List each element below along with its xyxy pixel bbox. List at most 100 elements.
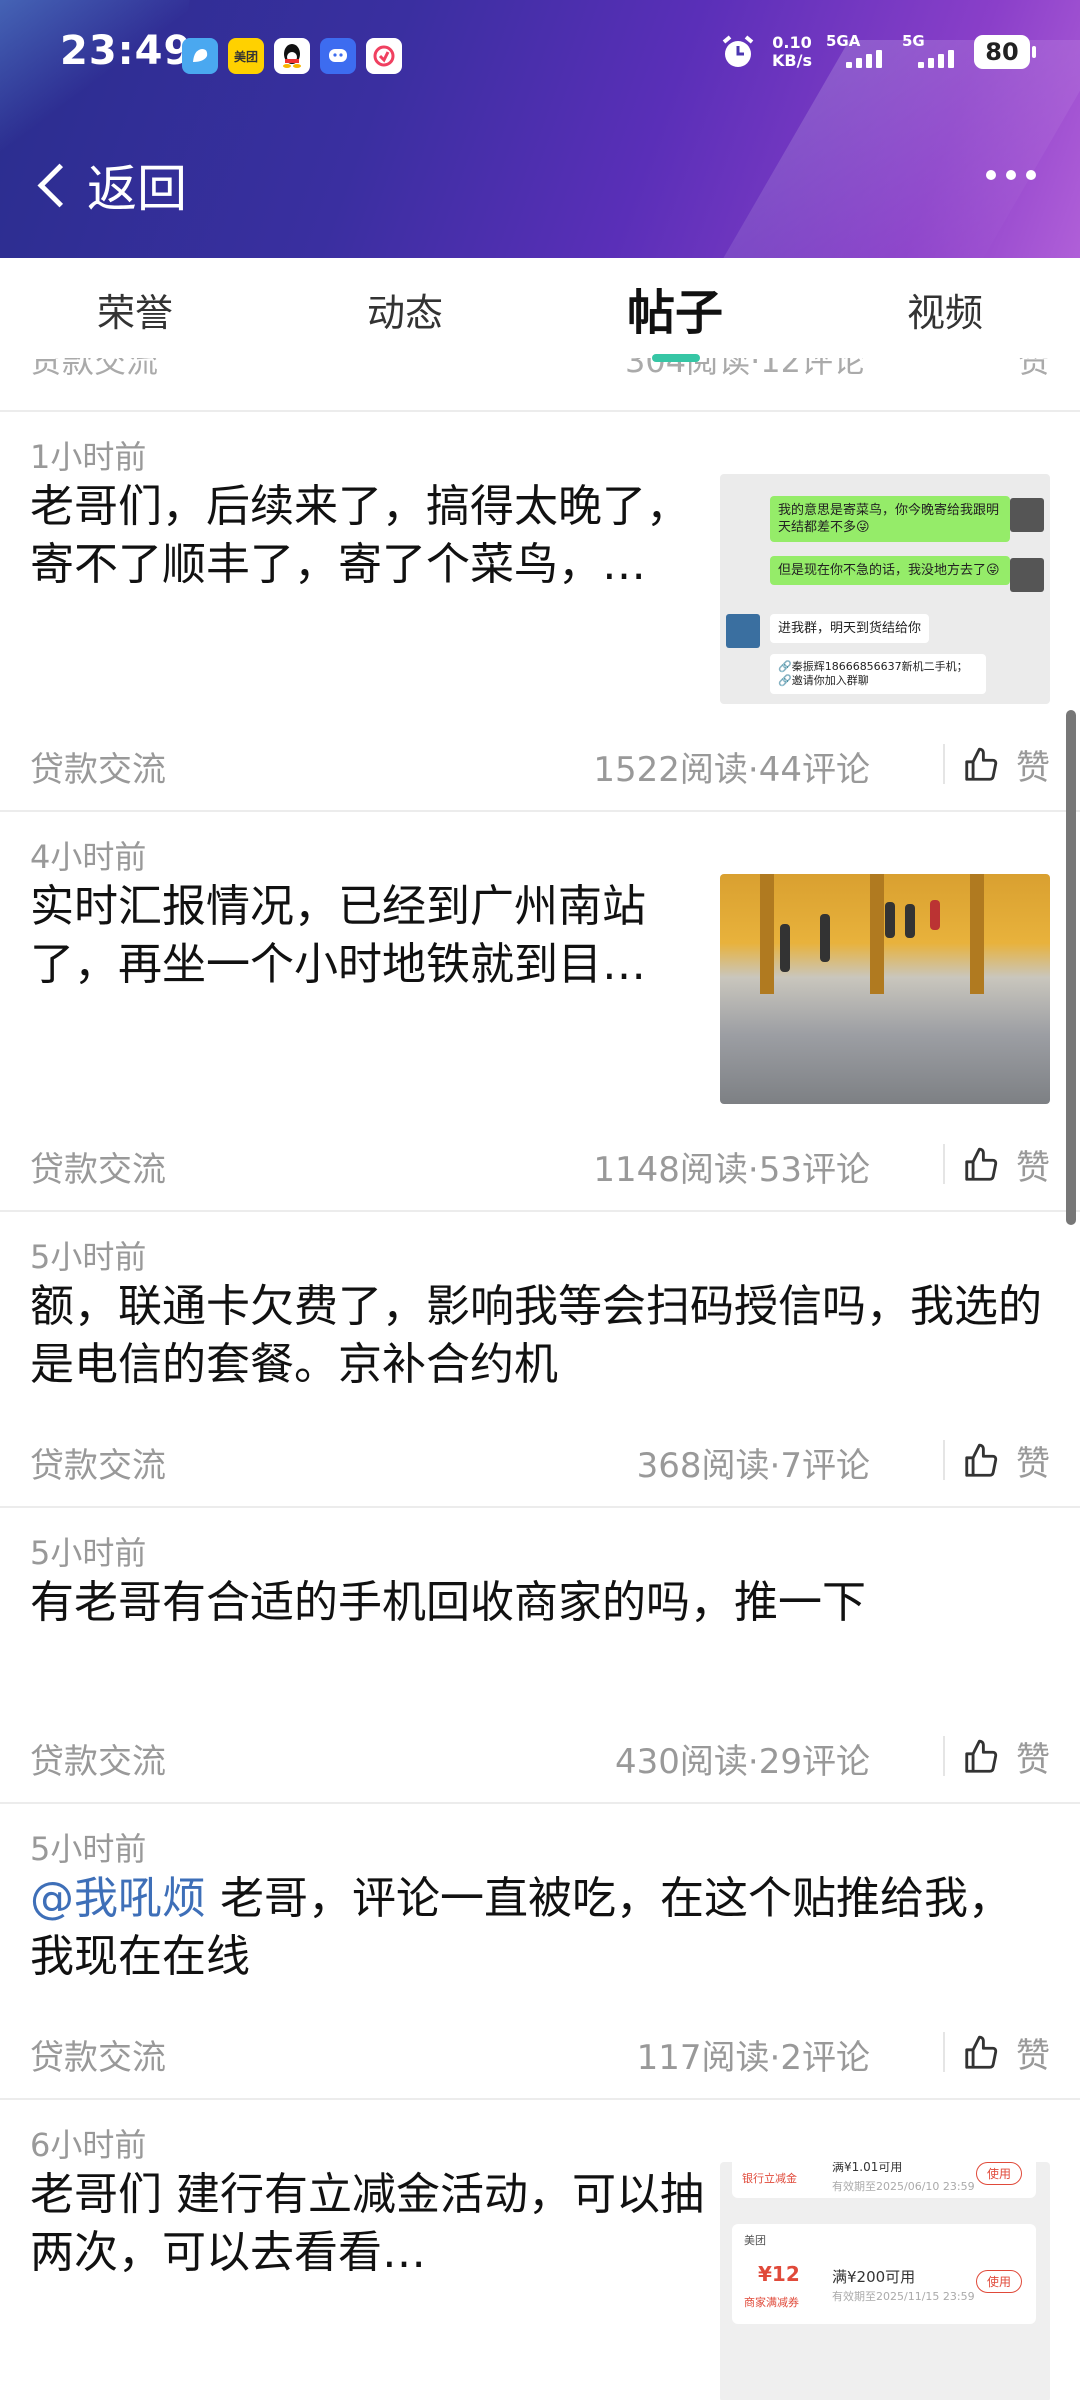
divider [943, 2032, 945, 2072]
photo-detail [930, 900, 940, 930]
thumbs-up-icon [965, 747, 998, 781]
thumb-text: 进我群，明天到货结给你 [770, 614, 930, 643]
nav-bar: 返回 [0, 140, 1080, 230]
thumb-text: 🔗秦振辉18666856637新机二手机；🔗邀请你加入群聊 [770, 654, 986, 694]
battery-level: 80 [985, 38, 1019, 66]
post-title[interactable]: 有老哥有合适的手机回收商家的吗，推一下 [30, 1574, 1050, 1632]
more-dots-icon [1026, 170, 1036, 180]
status-bar: 23:49 美团 0.10 KB/s 5GA 5G 80 [0, 0, 1080, 110]
thumb-text: ¥12 [758, 2262, 800, 2286]
post-thumbnail[interactable]: 满¥1.01可用 银行立减金 有效期至2025/06/10 23:59 使用 美… [720, 2162, 1050, 2400]
like-label: 赞 [1016, 1444, 1050, 1484]
avatar [1010, 498, 1044, 532]
post-stats: 368阅读·7评论 [636, 1446, 870, 1486]
signal-label: 5GA [826, 32, 861, 50]
post-title[interactable]: 额，联通卡欠费了，影响我等会扫码授信吗，我选的是电信的套餐。京补合约机 [30, 1278, 1050, 1394]
thumb-text: 使用 [975, 2270, 1022, 2293]
post-item[interactable]: 6小时前 老哥们 建行有立减金活动，可以抽两次，可以去看看… 满¥1.01可用 … [0, 2100, 1080, 2400]
like-button[interactable]: 赞 [962, 1436, 1050, 1485]
post-thumbnail[interactable]: 我的意思是寄菜鸟，你今晚寄给我跟明天结都差不多😜 但是现在你不急的话，我没地方去… [720, 474, 1050, 704]
like-button[interactable]: 赞 [962, 740, 1050, 789]
post-thumbnail[interactable] [720, 874, 1050, 1104]
back-button[interactable]: 返回 [30, 140, 187, 230]
photo-detail [870, 874, 884, 994]
post-time: 5小时前 [30, 1534, 147, 1572]
scrollbar[interactable] [1066, 710, 1076, 1225]
tab-label: 荣誉 [96, 291, 173, 335]
like-label[interactable]: 赞 [1018, 358, 1050, 382]
post-footer: 贷款交流 1522阅读·44评论 赞 [0, 720, 1080, 810]
post-item[interactable]: 5小时前 有老哥有合适的手机回收商家的吗，推一下 贷款交流 430阅读·29评论… [0, 1508, 1080, 1804]
more-options-button[interactable] [986, 170, 1036, 180]
divider [943, 744, 945, 784]
like-label: 赞 [1016, 2036, 1050, 2076]
thumb-text: 使用 [975, 2162, 1022, 2185]
signal-label: 5G [902, 32, 925, 50]
like-label: 赞 [1016, 748, 1050, 788]
coupon-card: 美团 ¥12 商家满减券 满¥200可用 有效期至2025/11/15 23:5… [732, 2224, 1036, 2324]
post-title[interactable]: 老哥们，后续来了，搞得太晚了，寄不了顺丰了，寄了个菜鸟，… [30, 478, 710, 594]
coupon-card: 满¥1.01可用 银行立减金 有效期至2025/06/10 23:59 使用 [732, 2162, 1036, 2198]
post-time: 5小时前 [30, 1238, 147, 1276]
thumb-text: 商家满减券 [744, 2296, 799, 2309]
tab-label: 帖子 [626, 285, 723, 341]
post-item[interactable]: 5小时前 额，联通卡欠费了，影响我等会扫码授信吗，我选的是电信的套餐。京补合约机… [0, 1212, 1080, 1508]
notification-icons: 美团 [182, 38, 402, 74]
alarm-icon [722, 35, 754, 67]
like-label: 赞 [1016, 1740, 1050, 1780]
post-time: 1小时前 [30, 438, 147, 476]
battery-icon: 80 [974, 35, 1036, 69]
tab-label: 动态 [366, 291, 443, 335]
avatar [726, 614, 760, 648]
post-category[interactable]: 贷款交流 [30, 1142, 166, 1191]
back-label: 返回 [87, 160, 187, 218]
tab-honor[interactable]: 荣誉 [0, 258, 270, 358]
post-category[interactable]: 贷款交流 [30, 2030, 166, 2079]
like-button[interactable]: 赞 [962, 2028, 1050, 2077]
thumb-text: 银行立减金 [742, 2172, 797, 2185]
thumbs-up-icon [965, 1147, 998, 1181]
post-title[interactable]: 老哥们 建行有立减金活动，可以抽两次，可以去看看… [30, 2166, 710, 2282]
status-indicators: 0.10 KB/s 5GA 5G 80 [718, 32, 1036, 72]
post-category[interactable]: 贷款交流 [30, 1438, 166, 1487]
post-title[interactable]: 实时汇报情况，已经到广州南站了，再坐一个小时地铁就到目… [30, 878, 710, 994]
tab-posts[interactable]: 帖子 [540, 258, 810, 362]
status-time: 23:49 [60, 28, 193, 74]
photo-detail [970, 874, 984, 994]
post-time: 5小时前 [30, 1830, 147, 1868]
post-category[interactable]: 贷款交流 [30, 358, 158, 382]
network-speed-unit: KB/s [772, 51, 812, 70]
photo-detail [820, 914, 830, 962]
qq-icon [274, 38, 310, 74]
back-arrow-icon [37, 163, 82, 207]
like-button[interactable]: 赞 [962, 1140, 1050, 1189]
post-title[interactable]: @我吼烦 老哥，评论一直被吃，在这个贴推给我，我现在在线 [30, 1870, 1050, 1986]
chat-icon [320, 38, 356, 74]
header-bar: 23:49 美团 0.10 KB/s 5GA 5G 80 返回 [0, 0, 1080, 258]
post-category[interactable]: 贷款交流 [30, 742, 166, 791]
like-button[interactable]: 赞 [962, 1732, 1050, 1781]
thumb-text: 满¥1.01可用 [832, 2162, 903, 2174]
post-category[interactable]: 贷款交流 [30, 1734, 166, 1783]
post-footer: 贷款交流 368阅读·7评论 赞 [0, 1416, 1080, 1506]
divider [943, 1144, 945, 1184]
photo-detail [780, 924, 790, 972]
network-speed-value: 0.10 [772, 33, 812, 52]
post-footer: 贷款交流 117阅读·2评论 赞 [0, 2008, 1080, 2098]
post-stats: 117阅读·2评论 [636, 2038, 870, 2078]
thumb-text: 满¥200可用 [832, 2268, 916, 2286]
thumbs-up-icon [965, 1443, 998, 1477]
avatar [1010, 558, 1044, 592]
tab-activity[interactable]: 动态 [270, 258, 540, 358]
mention-link[interactable]: @我吼烦 [30, 1873, 206, 1924]
post-item[interactable]: 5小时前 @我吼烦 老哥，评论一直被吃，在这个贴推给我，我现在在线 贷款交流 1… [0, 1804, 1080, 2100]
tab-videos[interactable]: 视频 [810, 258, 1080, 358]
post-footer-partial: 贷款交流 304阅读·12评论 赞 [0, 358, 1080, 412]
more-dots-icon [986, 170, 996, 180]
post-item[interactable]: 4小时前 实时汇报情况，已经到广州南站了，再坐一个小时地铁就到目… 贷款交流 1… [0, 812, 1080, 1212]
like-label: 赞 [1016, 1148, 1050, 1188]
photo-detail [905, 904, 915, 938]
post-item[interactable]: 1小时前 老哥们，后续来了，搞得太晚了，寄不了顺丰了，寄了个菜鸟，… 我的意思是… [0, 412, 1080, 812]
thumbs-up-icon [965, 2035, 998, 2069]
thumb-text: 我的意思是寄菜鸟，你今晚寄给我跟明天结都差不多😜 [770, 496, 1010, 542]
